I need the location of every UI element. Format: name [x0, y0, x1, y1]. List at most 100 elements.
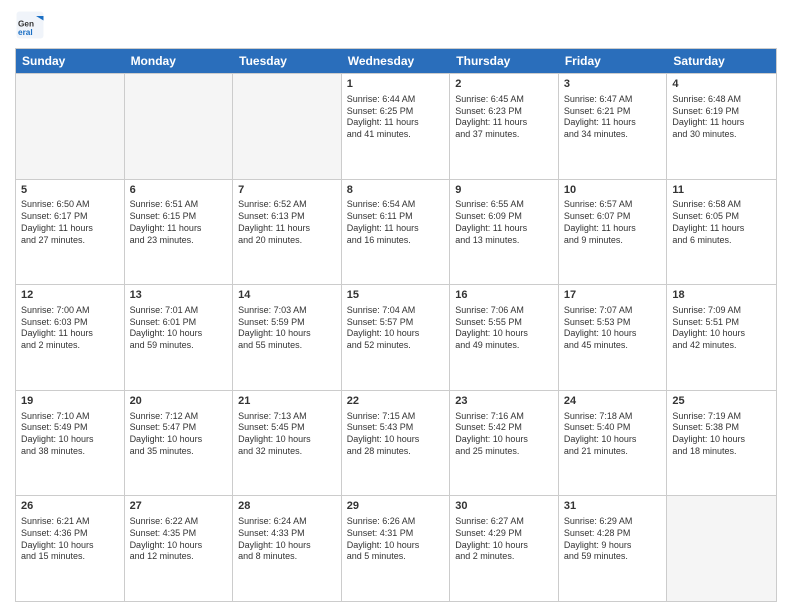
day-number: 22 — [347, 394, 445, 409]
day-number: 13 — [130, 288, 228, 303]
day-number: 30 — [455, 499, 553, 514]
day-info: Sunrise: 6:26 AM Sunset: 4:31 PM Dayligh… — [347, 516, 445, 563]
calendar-cell: 9Sunrise: 6:55 AM Sunset: 6:09 PM Daylig… — [450, 180, 559, 285]
day-info: Sunrise: 6:54 AM Sunset: 6:11 PM Dayligh… — [347, 199, 445, 246]
calendar-cell — [125, 74, 234, 179]
weekday-header-thursday: Thursday — [450, 49, 559, 73]
calendar-cell: 7Sunrise: 6:52 AM Sunset: 6:13 PM Daylig… — [233, 180, 342, 285]
day-number: 26 — [21, 499, 119, 514]
day-info: Sunrise: 7:03 AM Sunset: 5:59 PM Dayligh… — [238, 305, 336, 352]
calendar-cell: 4Sunrise: 6:48 AM Sunset: 6:19 PM Daylig… — [667, 74, 776, 179]
day-number: 14 — [238, 288, 336, 303]
day-number: 16 — [455, 288, 553, 303]
day-info: Sunrise: 6:27 AM Sunset: 4:29 PM Dayligh… — [455, 516, 553, 563]
day-number: 11 — [672, 183, 771, 198]
day-info: Sunrise: 7:06 AM Sunset: 5:55 PM Dayligh… — [455, 305, 553, 352]
calendar-cell: 11Sunrise: 6:58 AM Sunset: 6:05 PM Dayli… — [667, 180, 776, 285]
calendar-cell: 23 Sunrise: 7:16 AM Sunset: 5:42 PM Dayli… — [450, 391, 559, 496]
weekday-header-friday: Friday — [559, 49, 668, 73]
day-info: Sunrise: 7:18 AM Sunset: 5:40 PM Dayligh… — [564, 411, 662, 458]
day-number: 25 — [672, 394, 771, 409]
weekday-header-wednesday: Wednesday — [342, 49, 451, 73]
day-info: Sunrise: 6:55 AM Sunset: 6:09 PM Dayligh… — [455, 199, 553, 246]
calendar-cell: 27 Sunrise: 6:22 AM Sunset: 4:35 PM Dayli… — [125, 496, 234, 601]
day-number: 12 — [21, 288, 119, 303]
day-number: 17 — [564, 288, 662, 303]
calendar-cell: 28Sunrise: 6:24 AM Sunset: 4:33 PM Dayli… — [233, 496, 342, 601]
calendar-cell — [16, 74, 125, 179]
day-info: Sunrise: 7:00 AM Sunset: 6:03 PM Dayligh… — [21, 305, 119, 352]
calendar-cell: 1Sunrise: 6:44 AM Sunset: 6:25 PM Daylig… — [342, 74, 451, 179]
calendar-body: 1Sunrise: 6:44 AM Sunset: 6:25 PM Daylig… — [16, 73, 776, 601]
calendar: SundayMondayTuesdayWednesdayThursdayFrid… — [15, 48, 777, 602]
day-info: Sunrise: 6:57 AM Sunset: 6:07 PM Dayligh… — [564, 199, 662, 246]
calendar-cell — [667, 496, 776, 601]
calendar-week-1: 1Sunrise: 6:44 AM Sunset: 6:25 PM Daylig… — [16, 73, 776, 179]
calendar-cell: 8Sunrise: 6:54 AM Sunset: 6:11 PM Daylig… — [342, 180, 451, 285]
day-info: Sunrise: 6:47 AM Sunset: 6:21 PM Dayligh… — [564, 94, 662, 141]
day-info: Sunrise: 7:12 AM Sunset: 5:47 PM Dayligh… — [130, 411, 228, 458]
day-info: Sunrise: 7:19 AM Sunset: 5:38 PM Dayligh… — [672, 411, 771, 458]
day-info: Sunrise: 6:48 AM Sunset: 6:19 PM Dayligh… — [672, 94, 771, 141]
day-number: 9 — [455, 183, 553, 198]
day-number: 24 — [564, 394, 662, 409]
calendar-cell: 15Sunrise: 7:04 AM Sunset: 5:57 PM Dayli… — [342, 285, 451, 390]
calendar-cell: 30 Sunrise: 6:27 AM Sunset: 4:29 PM Dayli… — [450, 496, 559, 601]
day-info: Sunrise: 7:09 AM Sunset: 5:51 PM Dayligh… — [672, 305, 771, 352]
calendar-week-4: 19 Sunrise: 7:10 AM Sunset: 5:49 PM Dayli… — [16, 390, 776, 496]
calendar-cell: 22 Sunrise: 7:15 AM Sunset: 5:43 PM Dayli… — [342, 391, 451, 496]
calendar-week-3: 12 Sunrise: 7:00 AM Sunset: 6:03 PM Dayli… — [16, 284, 776, 390]
calendar-cell: 10Sunrise: 6:57 AM Sunset: 6:07 PM Dayli… — [559, 180, 668, 285]
day-info: Sunrise: 7:04 AM Sunset: 5:57 PM Dayligh… — [347, 305, 445, 352]
weekday-header-sunday: Sunday — [16, 49, 125, 73]
day-number: 23 — [455, 394, 553, 409]
calendar-week-2: 5Sunrise: 6:50 AM Sunset: 6:17 PM Daylig… — [16, 179, 776, 285]
day-info: Sunrise: 6:51 AM Sunset: 6:15 PM Dayligh… — [130, 199, 228, 246]
day-info: Sunrise: 6:50 AM Sunset: 6:17 PM Dayligh… — [21, 199, 119, 246]
header: Gen eral — [15, 10, 777, 40]
day-info: Sunrise: 7:01 AM Sunset: 6:01 PM Dayligh… — [130, 305, 228, 352]
calendar-cell: 13 Sunrise: 7:01 AM Sunset: 6:01 PM Dayli… — [125, 285, 234, 390]
day-number: 27 — [130, 499, 228, 514]
day-info: Sunrise: 7:07 AM Sunset: 5:53 PM Dayligh… — [564, 305, 662, 352]
calendar-cell: 16 Sunrise: 7:06 AM Sunset: 5:55 PM Dayli… — [450, 285, 559, 390]
calendar-cell: 25 Sunrise: 7:19 AM Sunset: 5:38 PM Dayli… — [667, 391, 776, 496]
day-info: Sunrise: 6:45 AM Sunset: 6:23 PM Dayligh… — [455, 94, 553, 141]
day-number: 28 — [238, 499, 336, 514]
logo: Gen eral — [15, 10, 49, 40]
calendar-cell: 31Sunrise: 6:29 AM Sunset: 4:28 PM Dayli… — [559, 496, 668, 601]
weekday-header-saturday: Saturday — [667, 49, 776, 73]
day-number: 2 — [455, 77, 553, 92]
calendar-cell: 21Sunrise: 7:13 AM Sunset: 5:45 PM Dayli… — [233, 391, 342, 496]
calendar-cell: 20 Sunrise: 7:12 AM Sunset: 5:47 PM Dayli… — [125, 391, 234, 496]
day-info: Sunrise: 6:21 AM Sunset: 4:36 PM Dayligh… — [21, 516, 119, 563]
day-info: Sunrise: 7:16 AM Sunset: 5:42 PM Dayligh… — [455, 411, 553, 458]
day-number: 21 — [238, 394, 336, 409]
day-number: 3 — [564, 77, 662, 92]
calendar-cell: 18 Sunrise: 7:09 AM Sunset: 5:51 PM Dayli… — [667, 285, 776, 390]
calendar-week-5: 26 Sunrise: 6:21 AM Sunset: 4:36 PM Dayli… — [16, 495, 776, 601]
calendar-cell: 6Sunrise: 6:51 AM Sunset: 6:15 PM Daylig… — [125, 180, 234, 285]
weekday-header-tuesday: Tuesday — [233, 49, 342, 73]
logo-icon: Gen eral — [15, 10, 45, 40]
calendar-cell: 26 Sunrise: 6:21 AM Sunset: 4:36 PM Dayli… — [16, 496, 125, 601]
calendar-cell: 29 Sunrise: 6:26 AM Sunset: 4:31 PM Dayli… — [342, 496, 451, 601]
page: Gen eral SundayMondayTuesdayWednesdayThu… — [0, 0, 792, 612]
day-number: 18 — [672, 288, 771, 303]
day-number: 29 — [347, 499, 445, 514]
day-number: 31 — [564, 499, 662, 514]
calendar-cell: 24 Sunrise: 7:18 AM Sunset: 5:40 PM Dayli… — [559, 391, 668, 496]
day-info: Sunrise: 7:10 AM Sunset: 5:49 PM Dayligh… — [21, 411, 119, 458]
calendar-cell: 5Sunrise: 6:50 AM Sunset: 6:17 PM Daylig… — [16, 180, 125, 285]
day-info: Sunrise: 6:22 AM Sunset: 4:35 PM Dayligh… — [130, 516, 228, 563]
calendar-cell — [233, 74, 342, 179]
calendar-cell: 17 Sunrise: 7:07 AM Sunset: 5:53 PM Dayli… — [559, 285, 668, 390]
day-number: 1 — [347, 77, 445, 92]
day-info: Sunrise: 6:52 AM Sunset: 6:13 PM Dayligh… — [238, 199, 336, 246]
calendar-cell: 14 Sunrise: 7:03 AM Sunset: 5:59 PM Dayli… — [233, 285, 342, 390]
day-number: 19 — [21, 394, 119, 409]
calendar-header: SundayMondayTuesdayWednesdayThursdayFrid… — [16, 49, 776, 73]
day-info: Sunrise: 7:15 AM Sunset: 5:43 PM Dayligh… — [347, 411, 445, 458]
day-info: Sunrise: 6:58 AM Sunset: 6:05 PM Dayligh… — [672, 199, 771, 246]
day-number: 20 — [130, 394, 228, 409]
